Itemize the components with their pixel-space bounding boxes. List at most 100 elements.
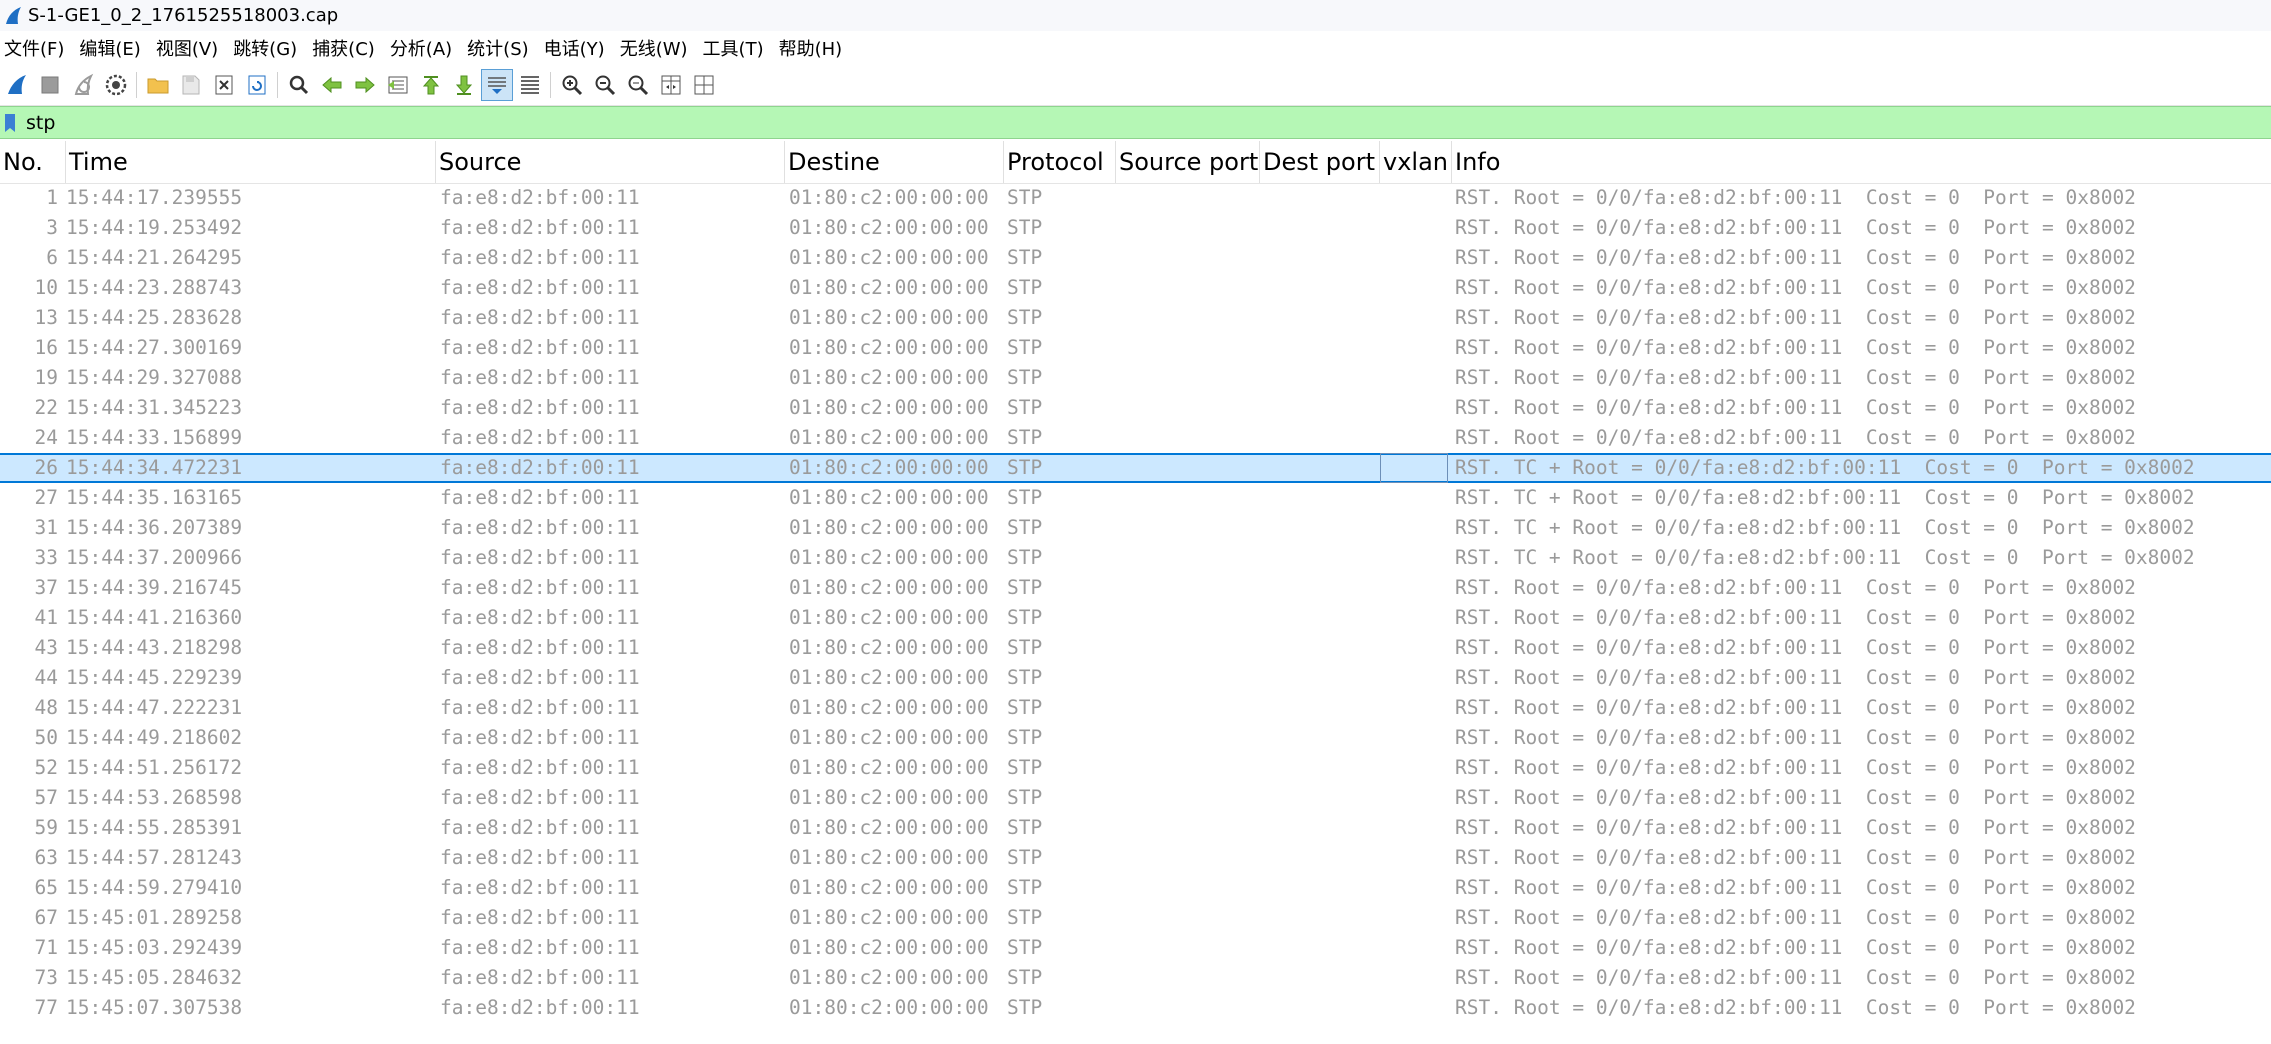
packet-row[interactable]: 1 15:44:17.239555 fa:e8:d2:bf:00:11 01:80:c… — [0, 183, 2271, 213]
packet-time: 15:44:39.216745 — [66, 576, 243, 599]
normal-size-button[interactable] — [622, 69, 654, 101]
packet-source: fa:e8:d2:bf:00:11 — [440, 606, 640, 629]
autoscroll-icon — [487, 77, 506, 94]
packet-protocol: STP — [1007, 846, 1043, 869]
packet-row[interactable]: 73 15:45:05.284632 fa:e8:d2:bf:00:11 01:80:… — [0, 963, 2271, 993]
packet-row[interactable]: 43 15:44:43.218298 fa:e8:d2:bf:00:11 01:80:… — [0, 633, 2271, 663]
packet-source-port — [1117, 633, 1257, 663]
menu-view[interactable]: 视图(V) — [152, 35, 229, 61]
packet-source-port — [1117, 753, 1257, 783]
packet-row[interactable]: 77 15:45:07.307538 fa:e8:d2:bf:00:11 01:80:… — [0, 993, 2271, 1023]
packet-row[interactable]: 3 15:44:19.253492 fa:e8:d2:bf:00:11 01:80:c… — [0, 213, 2271, 243]
packet-destination: 01:80:c2:00:00:00 — [789, 306, 989, 329]
layout-button[interactable] — [688, 69, 720, 101]
packet-row[interactable]: 13 15:44:25.283628 fa:e8:d2:bf:00:11 01:80:… — [0, 303, 2271, 333]
packet-dest-port — [1257, 273, 1377, 303]
go-to-packet-button[interactable] — [382, 69, 414, 101]
menu-help[interactable]: 帮助(H) — [775, 35, 854, 61]
packet-dest-port — [1257, 363, 1377, 393]
column-header-dest-port[interactable]: Dest port — [1260, 141, 1380, 183]
column-header-destination[interactable]: Destine — [785, 141, 1004, 183]
close-file-button[interactable] — [208, 69, 240, 101]
packet-protocol: STP — [1007, 366, 1043, 389]
zoom-in-button[interactable] — [556, 69, 588, 101]
packet-row-selected[interactable]: 26 15:44:34.472231 fa:e8:d2:bf:00:11 01:80:… — [0, 453, 2271, 483]
go-back-icon — [321, 76, 341, 94]
packet-protocol: STP — [1007, 546, 1043, 569]
find-packet-button[interactable] — [283, 69, 315, 101]
go-to-first-button[interactable] — [415, 69, 447, 101]
column-header-no[interactable]: No. — [0, 141, 66, 183]
packet-row[interactable]: 57 15:44:53.268598 fa:e8:d2:bf:00:11 01:80:… — [0, 783, 2271, 813]
packet-row[interactable]: 52 15:44:51.256172 fa:e8:d2:bf:00:11 01:80:… — [0, 753, 2271, 783]
column-header-source-port[interactable]: Source port — [1116, 141, 1260, 183]
column-header-source[interactable]: Source — [436, 141, 785, 183]
packet-protocol: STP — [1007, 516, 1043, 539]
packet-source: fa:e8:d2:bf:00:11 — [440, 546, 640, 569]
packet-row[interactable]: 27 15:44:35.163165 fa:e8:d2:bf:00:11 01:80:… — [0, 483, 2271, 513]
packet-row[interactable]: 50 15:44:49.218602 fa:e8:d2:bf:00:11 01:80:… — [0, 723, 2271, 753]
packet-row[interactable]: 33 15:44:37.200966 fa:e8:d2:bf:00:11 01:80:… — [0, 543, 2271, 573]
packet-row[interactable]: 6 15:44:21.264295 fa:e8:d2:bf:00:11 01:80:c… — [0, 243, 2271, 273]
packet-row[interactable]: 63 15:44:57.281243 fa:e8:d2:bf:00:11 01:80:… — [0, 843, 2271, 873]
menu-wireless[interactable]: 无线(W) — [616, 35, 699, 61]
filter-bookmark-button[interactable] — [0, 110, 20, 136]
column-header-protocol[interactable]: Protocol — [1004, 141, 1116, 183]
packet-row[interactable]: 24 15:44:33.156899 fa:e8:d2:bf:00:11 01:80:… — [0, 423, 2271, 453]
packet-list[interactable]: 1 15:44:17.239555 fa:e8:d2:bf:00:11 01:80:c… — [0, 183, 2271, 1044]
packet-row[interactable]: 16 15:44:27.300169 fa:e8:d2:bf:00:11 01:80:… — [0, 333, 2271, 363]
packet-destination: 01:80:c2:00:00:00 — [789, 666, 989, 689]
packet-row[interactable]: 10 15:44:23.288743 fa:e8:d2:bf:00:11 01:80:… — [0, 273, 2271, 303]
menu-capture[interactable]: 捕获(C) — [308, 35, 386, 61]
menu-file[interactable]: 文件(F) — [0, 35, 75, 61]
packet-source-port — [1117, 183, 1257, 213]
menu-tools[interactable]: 工具(T) — [699, 35, 775, 61]
packet-row[interactable]: 22 15:44:31.345223 fa:e8:d2:bf:00:11 01:80:… — [0, 393, 2271, 423]
packet-vxlan — [1380, 393, 1448, 423]
resize-columns-button[interactable] — [655, 69, 687, 101]
go-back-button[interactable] — [316, 69, 348, 101]
autoscroll-toggle[interactable] — [480, 69, 513, 101]
menu-statistics[interactable]: 统计(S) — [463, 35, 539, 61]
open-file-button[interactable] — [142, 69, 174, 101]
display-filter-input[interactable] — [20, 107, 2271, 138]
packet-source-port — [1117, 873, 1257, 903]
packet-row[interactable]: 44 15:44:45.229239 fa:e8:d2:bf:00:11 01:80:… — [0, 663, 2271, 693]
save-file-button[interactable] — [175, 69, 207, 101]
menu-telephony[interactable]: 电话(Y) — [540, 35, 616, 61]
capture-options-button[interactable] — [100, 69, 132, 101]
menu-go[interactable]: 跳转(G) — [229, 35, 308, 61]
column-header-time[interactable]: Time — [66, 141, 436, 183]
packet-row[interactable]: 37 15:44:39.216745 fa:e8:d2:bf:00:11 01:80:… — [0, 573, 2271, 603]
zoom-out-button[interactable] — [589, 69, 621, 101]
packet-protocol: STP — [1007, 666, 1043, 689]
packet-row[interactable]: 59 15:44:55.285391 fa:e8:d2:bf:00:11 01:80:… — [0, 813, 2271, 843]
packet-source: fa:e8:d2:bf:00:11 — [440, 336, 640, 359]
packet-destination: 01:80:c2:00:00:00 — [789, 996, 989, 1019]
reload-file-button[interactable] — [241, 69, 273, 101]
packet-protocol: STP — [1007, 486, 1043, 509]
packet-row[interactable]: 41 15:44:41.216360 fa:e8:d2:bf:00:11 01:80:… — [0, 603, 2271, 633]
packet-row[interactable]: 71 15:45:03.292439 fa:e8:d2:bf:00:11 01:80:… — [0, 933, 2271, 963]
menu-edit[interactable]: 编辑(E) — [75, 35, 151, 61]
menu-analyze[interactable]: 分析(A) — [386, 35, 463, 61]
stop-capture-button[interactable] — [34, 69, 66, 101]
go-forward-button[interactable] — [349, 69, 381, 101]
start-capture-button[interactable] — [1, 69, 33, 101]
packet-number: 48 — [34, 696, 58, 719]
packet-time: 15:44:27.300169 — [66, 336, 243, 359]
packet-row[interactable]: 19 15:44:29.327088 fa:e8:d2:bf:00:11 01:80:… — [0, 363, 2271, 393]
packet-row[interactable]: 65 15:44:59.279410 fa:e8:d2:bf:00:11 01:80:… — [0, 873, 2271, 903]
wireshark-fin-icon — [6, 6, 21, 24]
packet-row[interactable]: 48 15:44:47.222231 fa:e8:d2:bf:00:11 01:80:… — [0, 693, 2271, 723]
packet-time: 15:44:55.285391 — [66, 816, 243, 839]
go-to-last-button[interactable] — [448, 69, 480, 101]
packet-info: RST. Root = 0/0/fa:e8:d2:bf:00:11 Cost =… — [1455, 996, 2136, 1019]
column-header-info[interactable]: Info — [1452, 141, 2271, 183]
colorize-toggle[interactable] — [514, 69, 546, 101]
packet-row[interactable]: 67 15:45:01.289258 fa:e8:d2:bf:00:11 01:80:… — [0, 903, 2271, 933]
column-header-vxlan[interactable]: vxlan — [1380, 141, 1452, 183]
toolbar-separator — [136, 72, 137, 98]
packet-row[interactable]: 31 15:44:36.207389 fa:e8:d2:bf:00:11 01:80:… — [0, 513, 2271, 543]
restart-capture-button[interactable] — [67, 69, 99, 101]
